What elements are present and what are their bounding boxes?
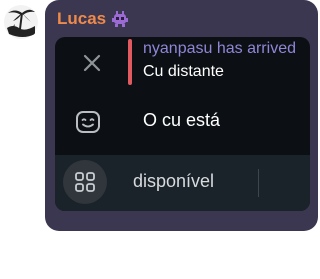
close-icon[interactable] <box>79 50 105 76</box>
message-bubble: Lucas nyanpasu has arrived Cu distante O… <box>45 0 318 231</box>
reply-author: nyanpasu has arrived <box>143 40 296 57</box>
emoji-row: O cu está <box>55 89 310 155</box>
input-text[interactable]: disponível <box>133 171 214 192</box>
message-sender[interactable]: Lucas <box>57 9 129 29</box>
text-caret <box>258 169 259 197</box>
message-input[interactable]: disponível <box>55 155 310 211</box>
reply-text: Cu distante <box>143 63 224 80</box>
sender-name[interactable]: Lucas <box>57 9 106 29</box>
compose-card: nyanpasu has arrived Cu distante O cu es… <box>55 37 310 211</box>
apps-grid-icon <box>75 172 95 192</box>
emoji-icon[interactable] <box>74 108 102 136</box>
reply-preview: nyanpasu has arrived Cu distante <box>55 37 310 89</box>
reply-accent-bar <box>128 39 132 85</box>
alien-emoji-icon <box>112 11 129 27</box>
avatar[interactable] <box>3 4 39 40</box>
palm-tree-avatar-icon <box>4 5 38 39</box>
apps-button[interactable] <box>63 160 107 204</box>
emoji-text: O cu está <box>143 110 221 130</box>
